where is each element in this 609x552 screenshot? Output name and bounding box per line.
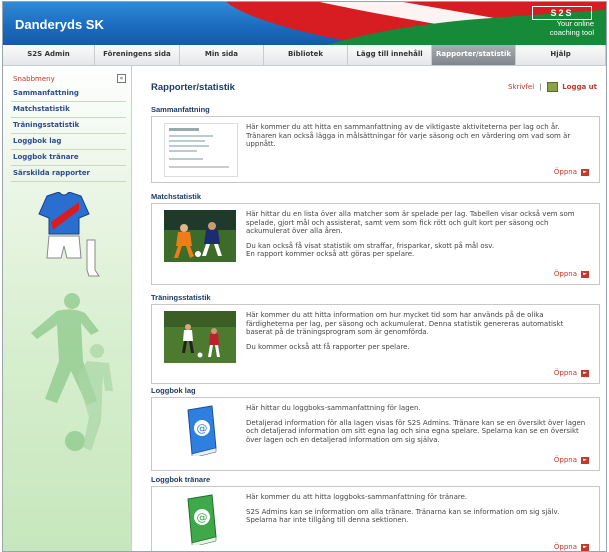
logout-link[interactable]: Logga ut xyxy=(562,83,597,91)
tab-hjalp[interactable]: Hjälp xyxy=(516,45,606,65)
tab-bibliotek[interactable]: Bibliotek xyxy=(263,45,349,65)
print-link[interactable]: Skrivfel xyxy=(508,83,534,91)
section-card-matchstatistik: Här hittar du en lista över alla matcher… xyxy=(151,203,600,285)
arrow-right-icon: ► xyxy=(581,168,589,176)
section-title-loggbok-lag: Loggbok lag xyxy=(151,386,196,395)
section-paragraph: Här kommer du att hitta en sammanfattnin… xyxy=(246,123,571,148)
arrow-right-icon: ► xyxy=(581,456,589,464)
sidebar-title: Snabbmeny xyxy=(13,75,55,83)
section-description: Här kommer du att hitta en sammanfattnin… xyxy=(246,123,586,155)
s2s-logo: S2S xyxy=(532,6,592,20)
arrow-right-icon: ► xyxy=(581,270,589,278)
tab-min-sida[interactable]: Min sida xyxy=(179,45,264,65)
summary-report-thumbnail xyxy=(164,123,238,177)
app-window: Danderyds SK S2S Your online coaching to… xyxy=(2,1,607,552)
tab-s2s-admin[interactable]: S2S Admin xyxy=(3,45,95,65)
open-button[interactable]: Öppna ► xyxy=(554,369,589,377)
section-title-traningsstatistik: Träningsstatistik xyxy=(151,293,211,302)
tagline: Your online coaching tool xyxy=(550,19,594,37)
section-paragraph: S2S Admins kan se information om alla tr… xyxy=(246,507,560,525)
open-label: Öppna xyxy=(553,456,577,464)
sidebar: Snabbmeny « Sammanfattning Matchstatisti… xyxy=(3,66,132,551)
section-paragraph: Här hittar du loggboks-sammanfattning fö… xyxy=(246,404,421,412)
tab-lagg-till-innehall[interactable]: Lägg till innehåll xyxy=(348,45,433,65)
jersey-icon xyxy=(38,192,100,277)
main-nav: S2S Admin Föreningens sida Min sida Bibl… xyxy=(3,45,606,66)
sidebar-item-loggbok-tranare[interactable]: Loggbok tränare xyxy=(11,150,126,166)
section-card-loggbok-lag: @ Här hittar du loggboks-sammanfattning … xyxy=(151,397,600,471)
section-paragraph: Du kan också få visat statistik om straf… xyxy=(246,241,495,259)
sidebar-item-traningsstatistik[interactable]: Träningsstatistik xyxy=(11,118,126,134)
arrow-right-icon: ► xyxy=(581,543,589,551)
svg-text:@: @ xyxy=(197,511,208,524)
section-paragraph: Du kommer också att få rapporter per spe… xyxy=(246,342,410,351)
open-label: Öppna xyxy=(553,543,577,551)
section-paragraph: Här kommer du att hitta information om h… xyxy=(246,311,564,336)
sidebar-item-sarskilda-rapporter[interactable]: Särskilda rapporter xyxy=(11,166,126,182)
section-title-matchstatistik: Matchstatistik xyxy=(151,192,202,201)
section-title-loggbok-tranare: Loggbok tränare xyxy=(151,475,211,484)
tagline-line2: coaching tool xyxy=(549,28,594,37)
section-description: Här hittar du en lista över alla matcher… xyxy=(246,210,586,265)
logout-icon[interactable] xyxy=(546,82,558,92)
site-header: Danderyds SK S2S Your online coaching to… xyxy=(3,2,606,45)
section-card-traningsstatistik: Här kommer du att hitta information om h… xyxy=(151,304,600,384)
open-label: Öppna xyxy=(553,369,577,377)
section-title-sammanfattning: Sammanfattning xyxy=(151,105,210,114)
green-logbook-icon: @ xyxy=(187,494,217,545)
sidebar-menu: Sammanfattning Matchstatistik Träningsst… xyxy=(11,86,126,182)
sidebar-item-sammanfattning[interactable]: Sammanfattning xyxy=(11,86,126,102)
players-silhouette-icon xyxy=(31,293,113,451)
club-name: Danderyds SK xyxy=(15,17,104,32)
sidebar-item-loggbok-lag[interactable]: Loggbok lag xyxy=(11,134,126,150)
blue-logbook-icon: @ xyxy=(187,405,217,456)
open-button[interactable]: Öppna ► xyxy=(554,168,589,176)
collapse-icon[interactable]: « xyxy=(117,74,126,83)
arrow-right-icon: ► xyxy=(581,369,589,377)
svg-text:@: @ xyxy=(197,422,208,435)
open-button[interactable]: Öppna ► xyxy=(554,543,589,551)
tab-rapporter-statistik[interactable]: Rapporter/statistik xyxy=(432,45,517,65)
section-description: Här kommer du att hitta loggboks-sammanf… xyxy=(246,493,586,531)
open-label: Öppna xyxy=(553,270,577,278)
section-card-loggbok-tranare: @ Här kommer du att hitta loggboks-samma… xyxy=(151,486,600,551)
sidebar-item-matchstatistik[interactable]: Matchstatistik xyxy=(11,102,126,118)
section-description: Här hittar du loggboks-sammanfattning fö… xyxy=(246,404,586,450)
open-button[interactable]: Öppna ► xyxy=(554,270,589,278)
page-title: Rapporter/statistik xyxy=(151,82,235,93)
open-button[interactable]: Öppna ► xyxy=(554,456,589,464)
section-description: Här kommer du att hitta information om h… xyxy=(246,311,586,357)
tagline-line1: Your online xyxy=(556,19,594,28)
main-content: Rapporter/statistik Skrivfel | Logga ut … xyxy=(143,66,603,551)
section-paragraph: Här kommer du att hitta loggboks-sammanf… xyxy=(246,493,468,501)
section-paragraph: Detaljerad information för alla lagen vi… xyxy=(246,418,586,444)
match-photo-thumbnail xyxy=(164,210,236,262)
training-photo-thumbnail xyxy=(164,311,236,363)
section-paragraph: Här hittar du en lista över alla matcher… xyxy=(246,210,575,235)
section-card-sammanfattning: Här kommer du att hitta en sammanfattnin… xyxy=(151,116,600,183)
open-label: Öppna xyxy=(553,168,577,176)
link-separator: | xyxy=(539,83,542,91)
top-links: Skrivfel | Logga ut xyxy=(508,82,597,92)
tab-foreningens-sida[interactable]: Föreningens sida xyxy=(94,45,180,65)
